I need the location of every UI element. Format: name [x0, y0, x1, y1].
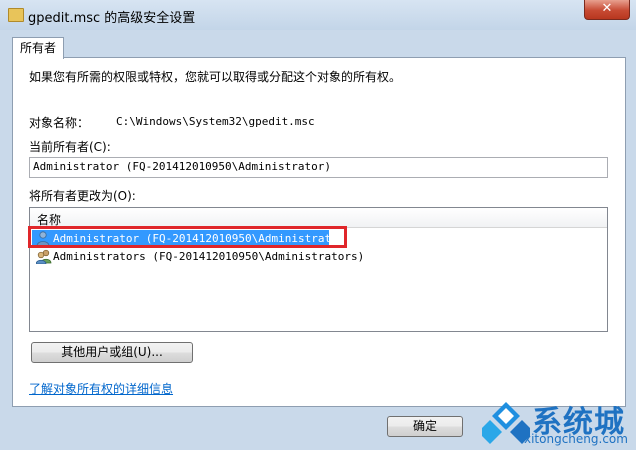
window-title: gpedit.msc 的高级安全设置 — [28, 11, 196, 26]
folder-icon — [8, 8, 24, 22]
highlight-box — [28, 226, 347, 248]
watermark-url: xitongcheng.com — [524, 432, 628, 446]
object-name-value: C:\Windows\System32\gpedit.msc — [116, 115, 315, 128]
xitongcheng-logo-icon — [482, 402, 530, 444]
object-name-label: 对象名称： — [29, 116, 90, 130]
list-item[interactable]: Administrators (FQ-201412010950\Administ… — [32, 248, 364, 265]
intro-text: 如果您有所需的权限或特权，您就可以取得或分配这个对象的所有权。 — [29, 70, 402, 84]
current-owner-field[interactable]: Administrator (FQ-201412010950\Administr… — [29, 157, 608, 178]
list-item-label: Administrators (FQ-201412010950\Administ… — [53, 250, 365, 263]
tab-owner[interactable]: 所有者 — [12, 37, 64, 59]
close-button[interactable]: ✕ — [584, 0, 630, 20]
other-users-button[interactable]: 其他用户或组(U)... — [31, 342, 193, 363]
current-owner-value: Administrator (FQ-201412010950\Administr… — [33, 160, 332, 173]
title-bar: gpedit.msc 的高级安全设置 ✕ — [0, 0, 636, 30]
learn-more-link[interactable]: 了解对象所有权的详细信息 — [29, 380, 173, 397]
column-header-name[interactable]: 名称 — [30, 208, 607, 228]
group-icon — [36, 249, 52, 264]
current-owner-label: 当前所有者(C): — [29, 140, 111, 154]
change-owner-label: 将所有者更改为(O): — [29, 189, 136, 203]
ok-button[interactable]: 确定 — [387, 416, 463, 437]
